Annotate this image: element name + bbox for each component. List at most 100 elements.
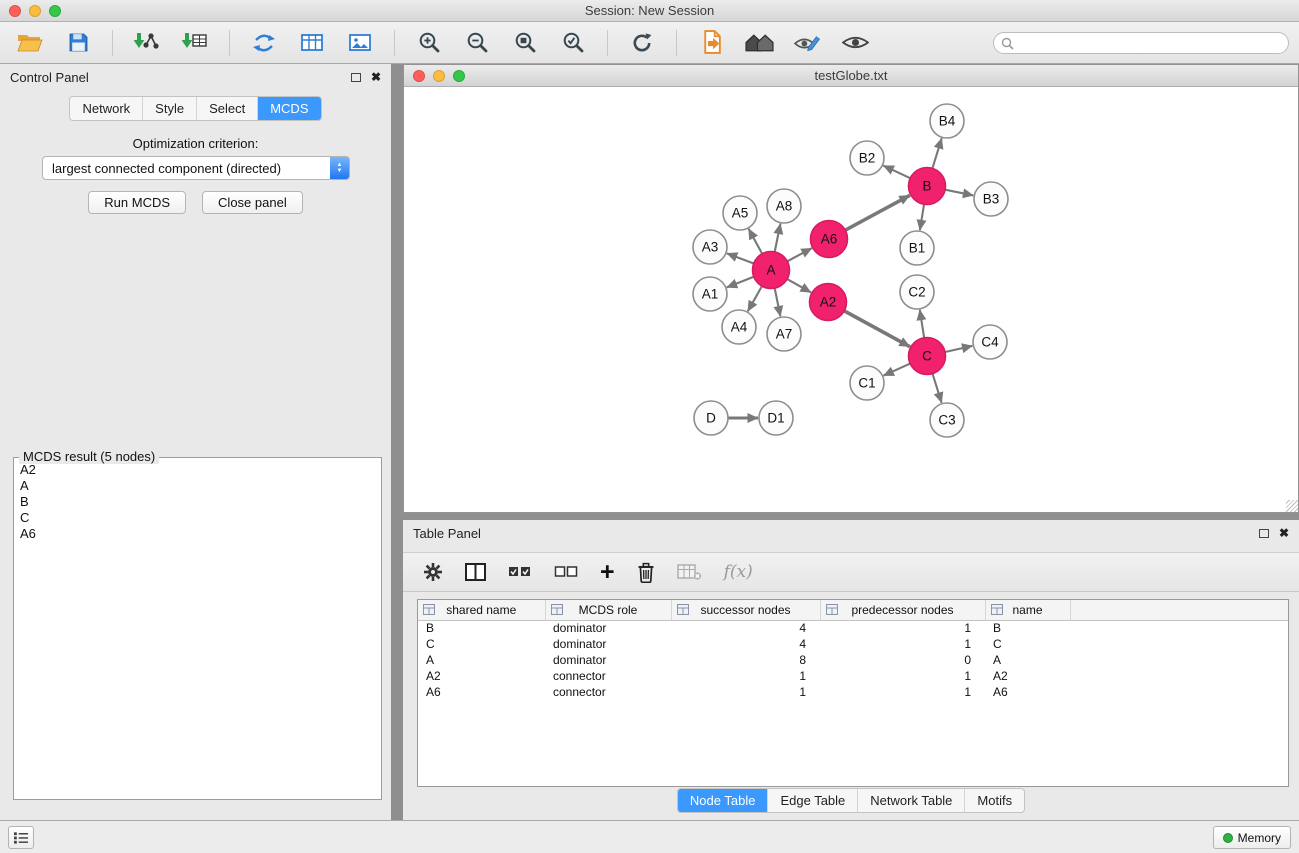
mcds-result-item[interactable]: C (20, 510, 375, 526)
table-cell[interactable]: dominator (545, 620, 671, 636)
edge-C-C2[interactable] (920, 310, 924, 338)
table-cell[interactable]: 1 (820, 636, 985, 652)
import-network-icon[interactable] (129, 26, 165, 60)
table-row[interactable]: Bdominator41B (418, 620, 1288, 636)
edge-B-B2[interactable] (883, 166, 910, 179)
table-cell[interactable]: 8 (671, 652, 820, 668)
save-session-icon[interactable] (60, 26, 96, 60)
edge-A-A5[interactable] (749, 229, 763, 254)
node-A1[interactable]: A1 (693, 277, 727, 311)
eye-pencil-icon[interactable] (789, 26, 825, 60)
table-cell[interactable]: A2 (985, 668, 1070, 684)
table-cell[interactable]: 1 (671, 684, 820, 700)
edge-A-A6[interactable] (787, 248, 811, 261)
table-cell[interactable]: dominator (545, 636, 671, 652)
node-A4[interactable]: A4 (722, 310, 756, 344)
table-row[interactable]: Cdominator41C (418, 636, 1288, 652)
zoom-fit-icon[interactable] (507, 26, 543, 60)
show-columns-icon[interactable] (465, 558, 486, 586)
table-cell[interactable]: 4 (671, 620, 820, 636)
tab-edge-table[interactable]: Edge Table (767, 789, 857, 812)
dropdown-stepper-icon[interactable]: ▲▼ (330, 157, 349, 179)
table-cell[interactable]: connector (545, 684, 671, 700)
run-mcds-button[interactable]: Run MCDS (88, 191, 186, 214)
table-cell[interactable]: A2 (418, 668, 545, 684)
network-window-titlebar[interactable]: testGlobe.txt (404, 65, 1298, 87)
delete-column-trash-icon[interactable] (637, 558, 655, 586)
edge-C-C4[interactable] (945, 346, 972, 352)
mcds-result-item[interactable]: A2 (20, 462, 375, 478)
node-B4[interactable]: B4 (930, 104, 964, 138)
export-network-icon[interactable] (246, 26, 282, 60)
tab-node-table[interactable]: Node Table (678, 789, 768, 812)
node-B3[interactable]: B3 (974, 182, 1008, 216)
open-file-icon[interactable] (12, 26, 48, 60)
node-C[interactable]: C (909, 338, 946, 375)
table-cell[interactable]: connector (545, 668, 671, 684)
node-C2[interactable]: C2 (900, 275, 934, 309)
table-cell[interactable]: A6 (418, 684, 545, 700)
node-D[interactable]: D (694, 401, 728, 435)
close-panel-button[interactable]: Close panel (202, 191, 303, 214)
edge-A2-C[interactable] (844, 311, 910, 347)
node-B1[interactable]: B1 (900, 231, 934, 265)
edge-A-A3[interactable] (727, 253, 754, 263)
task-history-button[interactable] (8, 826, 34, 849)
mcds-result-item[interactable]: A (20, 478, 375, 494)
table-cell[interactable]: A (418, 652, 545, 668)
column-header-MCDS-role[interactable]: MCDS role (545, 600, 671, 620)
add-column-icon[interactable]: + (600, 558, 615, 586)
tab-select[interactable]: Select (196, 97, 257, 120)
column-header-shared-name[interactable]: shared name (418, 600, 545, 620)
close-panel-icon[interactable]: ✖ (1279, 527, 1289, 539)
node-A8[interactable]: A8 (767, 189, 801, 223)
table-cell[interactable]: B (418, 620, 545, 636)
table-row[interactable]: A2connector11A2 (418, 668, 1288, 684)
table-cell[interactable]: 1 (820, 684, 985, 700)
node-A2[interactable]: A2 (810, 284, 847, 321)
close-panel-icon[interactable]: ✖ (371, 71, 381, 83)
table-cell[interactable]: 0 (820, 652, 985, 668)
tab-network-table[interactable]: Network Table (857, 789, 964, 812)
float-panel-icon[interactable] (351, 73, 361, 82)
mcds-result-item[interactable]: A6 (20, 526, 375, 542)
node-A3[interactable]: A3 (693, 230, 727, 264)
node-B2[interactable]: B2 (850, 141, 884, 175)
edge-A-A4[interactable] (748, 286, 762, 311)
edge-B-B4[interactable] (932, 138, 941, 168)
table-cell[interactable]: C (418, 636, 545, 652)
document-arrow-icon[interactable] (693, 26, 729, 60)
table-cell[interactable]: 4 (671, 636, 820, 652)
zoom-selected-icon[interactable] (555, 26, 591, 60)
table-cell[interactable]: C (985, 636, 1070, 652)
criterion-dropdown[interactable]: largest connected component (directed) ▲… (42, 156, 350, 180)
float-panel-icon[interactable] (1259, 529, 1269, 538)
resize-grip[interactable] (1286, 500, 1298, 512)
network-canvas[interactable]: B4B2BB3A8A5A6A3B1AC2A1A2A4A7C4CC1C3DD1 (404, 87, 1298, 512)
node-B[interactable]: B (909, 168, 946, 205)
table-row[interactable]: Adominator80A (418, 652, 1288, 668)
node-D1[interactable]: D1 (759, 401, 793, 435)
node-A5[interactable]: A5 (723, 196, 757, 230)
zoom-out-icon[interactable] (459, 26, 495, 60)
edge-A-A1[interactable] (727, 277, 754, 288)
zoom-in-icon[interactable] (411, 26, 447, 60)
export-image-icon[interactable] (342, 26, 378, 60)
refresh-icon[interactable] (624, 26, 660, 60)
tab-motifs[interactable]: Motifs (964, 789, 1024, 812)
import-table-icon[interactable] (177, 26, 213, 60)
delete-table-icon[interactable] (677, 558, 702, 586)
edge-A-A8[interactable] (775, 224, 781, 252)
node-C1[interactable]: C1 (850, 366, 884, 400)
node-A[interactable]: A (753, 252, 790, 289)
edge-A-A2[interactable] (787, 279, 811, 292)
export-table-icon[interactable] (294, 26, 330, 60)
table-settings-gear-icon[interactable] (423, 558, 443, 586)
table-cell[interactable]: dominator (545, 652, 671, 668)
memory-button[interactable]: Memory (1213, 826, 1291, 849)
table-cell[interactable]: B (985, 620, 1070, 636)
edge-B-B1[interactable] (920, 204, 924, 230)
table-cell[interactable]: 1 (671, 668, 820, 684)
table-cell[interactable]: 1 (820, 668, 985, 684)
node-A6[interactable]: A6 (811, 221, 848, 258)
